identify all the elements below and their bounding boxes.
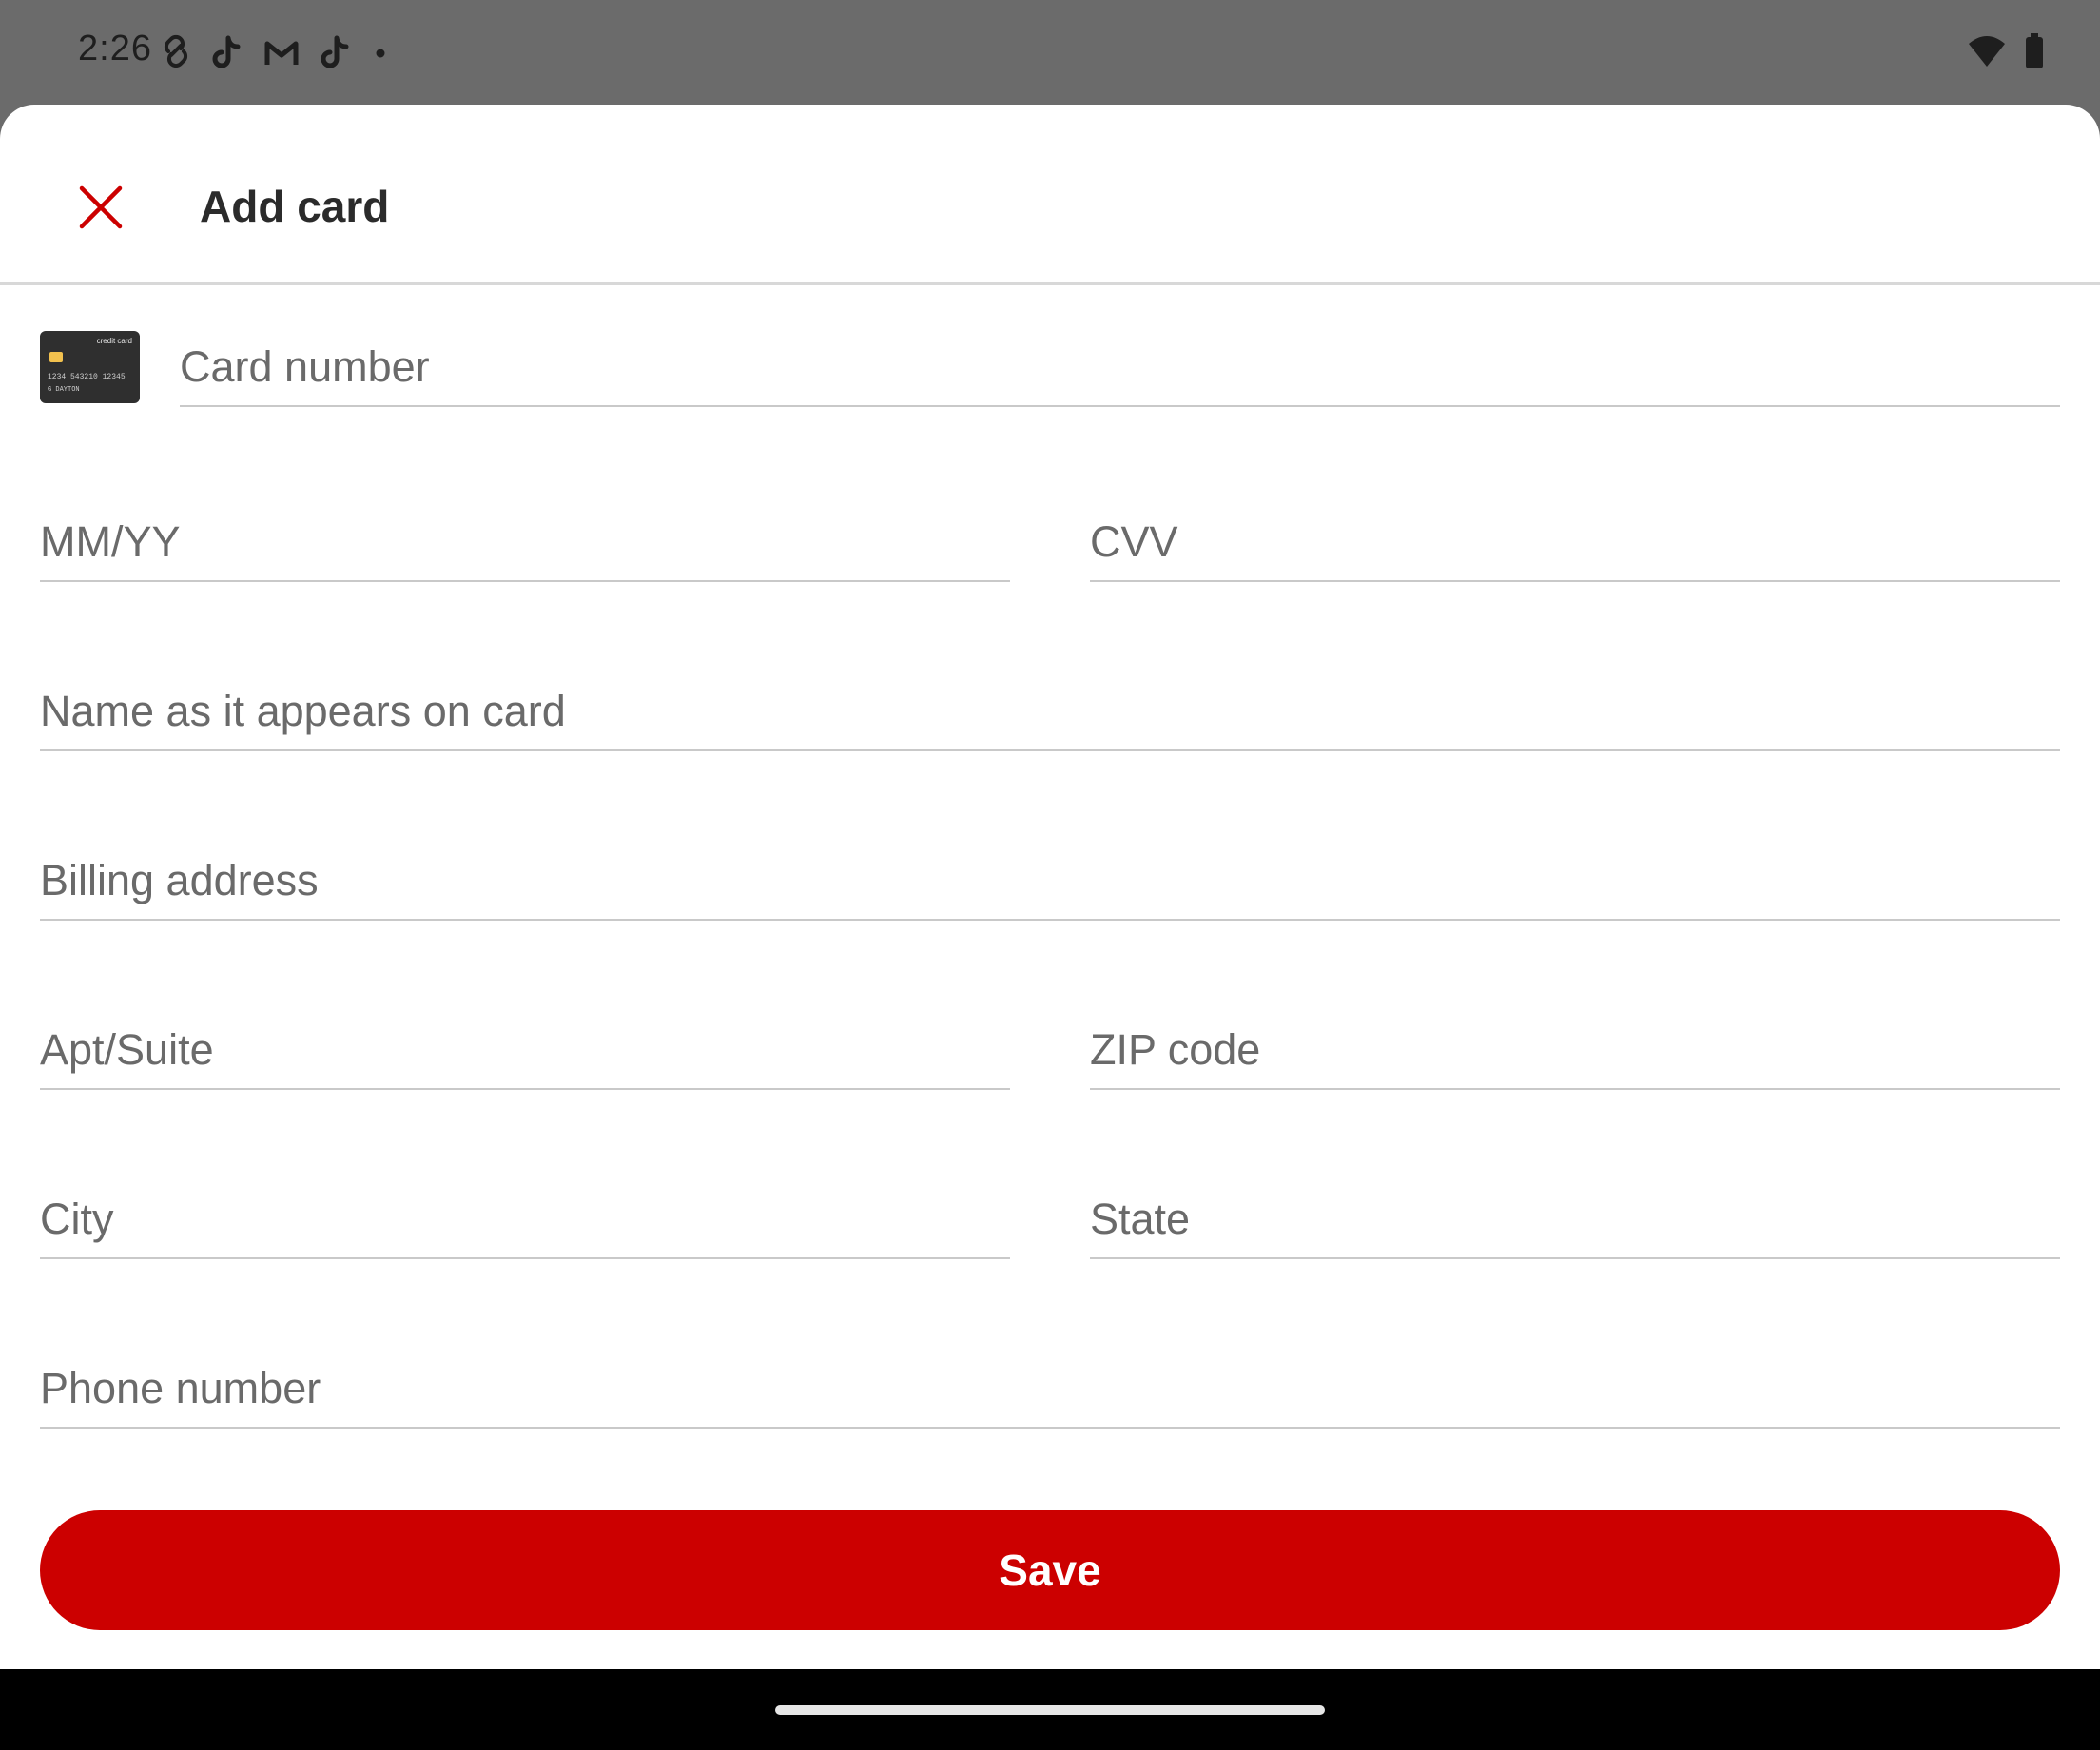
tiktok-icon [320, 34, 352, 72]
credit-card-icon: credit card 1234 543210 12345 G DAYTON [40, 331, 140, 403]
cardholder-name-field[interactable] [40, 666, 2060, 751]
card-brand-label: credit card [96, 337, 132, 345]
navigation-bar [0, 1669, 2100, 1750]
save-button[interactable]: Save [40, 1510, 2060, 1630]
battery-icon [2024, 32, 2045, 74]
card-chip [49, 352, 63, 362]
card-sample-number: 1234 543210 12345 [48, 373, 126, 381]
expiry-input[interactable] [40, 517, 1010, 567]
close-icon [79, 185, 123, 234]
card-number-field[interactable] [180, 321, 2060, 407]
notification-icons [160, 32, 390, 74]
wifi-icon [1967, 34, 2007, 73]
expiry-field[interactable] [40, 496, 1010, 582]
city-field[interactable] [40, 1174, 1010, 1259]
system-icons [1967, 32, 2045, 74]
cvv-field[interactable] [1090, 496, 2060, 582]
phone-number-field[interactable] [40, 1343, 2060, 1429]
sheet-header: Add card [0, 105, 2100, 285]
apt-suite-field[interactable] [40, 1004, 1010, 1090]
status-bar: 2:26 [0, 0, 2100, 105]
city-input[interactable] [40, 1195, 1010, 1244]
dot-icon [371, 34, 390, 72]
link-icon [160, 34, 192, 72]
page-title: Add card [200, 182, 390, 231]
home-indicator[interactable] [775, 1705, 1325, 1715]
apt-suite-input[interactable] [40, 1025, 1010, 1075]
card-sample-holder: G DAYTON [48, 386, 80, 394]
tiktok-icon [211, 34, 243, 72]
close-button[interactable] [59, 167, 143, 251]
status-time: 2:26 [78, 29, 152, 68]
state-input[interactable] [1090, 1195, 2060, 1244]
billing-address-input[interactable] [40, 856, 2060, 905]
zip-code-field[interactable] [1090, 1004, 2060, 1090]
state-field[interactable] [1090, 1174, 2060, 1259]
billing-address-field[interactable] [40, 835, 2060, 921]
gmail-icon [262, 34, 301, 72]
phone-number-input[interactable] [40, 1364, 2060, 1413]
cardholder-name-input[interactable] [40, 687, 2060, 736]
card-number-input[interactable] [180, 342, 2060, 392]
zip-code-input[interactable] [1090, 1025, 2060, 1075]
cvv-input[interactable] [1090, 517, 2060, 567]
add-card-sheet: Add card credit card 1234 543210 12345 G… [0, 105, 2100, 1669]
